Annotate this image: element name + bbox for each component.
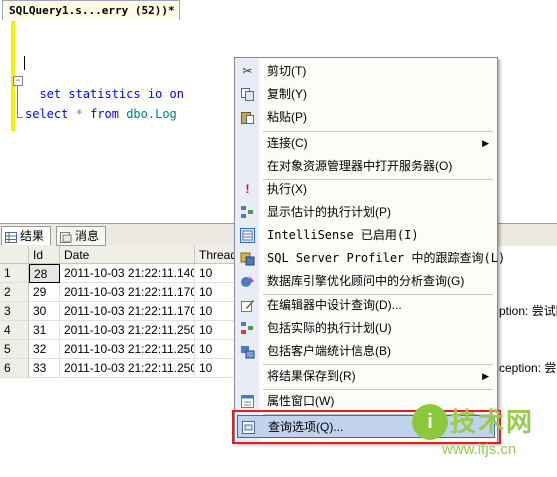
code-keyword: set statistics io on	[39, 87, 184, 101]
text-caret	[24, 56, 25, 70]
cell-id[interactable]: 32	[29, 340, 60, 359]
code-operator: *	[75, 107, 83, 121]
menu-item-tuning-advisor[interactable]: 数据库引擎优化顾问中的分析查询(G)	[235, 270, 497, 293]
menu-item-label: 执行(X)	[267, 182, 307, 196]
menu-item-client-statistics[interactable]: 包括客户端统计信息(B)	[235, 340, 497, 363]
copy-icon	[240, 87, 255, 102]
estimated-plan-icon	[240, 205, 255, 220]
cell-id[interactable]: 29	[29, 283, 60, 302]
row-number: 3	[0, 302, 29, 321]
menu-item-profiler-trace[interactable]: SQL Server Profiler 中的跟踪查询(L)	[235, 247, 505, 270]
tab-messages[interactable]: 消息	[56, 226, 107, 246]
menu-item-label: 剪切(T)	[267, 64, 307, 78]
column-header-rownum	[0, 246, 29, 264]
menu-item-label: 数据库引擎优化顾问中的分析查询(G)	[267, 274, 465, 288]
cell-date[interactable]: 2011-10-03 21:22:11.170	[60, 283, 195, 302]
row-number: 5	[0, 340, 29, 359]
column-header-date[interactable]: Date	[60, 246, 195, 264]
grid-icon	[5, 230, 17, 243]
menu-item-estimated-plan[interactable]: 显示估计的执行计划(P)	[235, 201, 497, 224]
menu-item-label: 在对象资源管理器中打开服务器(O)	[267, 159, 453, 173]
menu-item-label: 将结果保存到(R)	[267, 369, 356, 383]
cell-message[interactable]: ption: 尝试除以	[497, 302, 557, 321]
cell-date[interactable]: 2011-10-03 21:22:11.140	[60, 264, 195, 283]
row-number: 6	[0, 359, 29, 378]
menu-item-label: 包括客户端统计信息(B)	[267, 344, 391, 358]
submenu-arrow-icon: ▶	[482, 371, 489, 381]
code-keyword: select	[25, 107, 69, 121]
profiler-icon	[240, 251, 255, 266]
tab-results[interactable]: 结果	[1, 226, 52, 245]
code-line-2: select * from dbo.Log	[25, 107, 177, 121]
menu-item-cut[interactable]: ✂ 剪切(T)	[235, 60, 497, 83]
code-identifier: dbo.Log	[126, 107, 177, 121]
code-line-1: set statistics io on	[25, 73, 184, 101]
scissors-icon: ✂	[242, 64, 253, 78]
menu-item-label: 在编辑器中设计查询(D)...	[267, 298, 402, 312]
menu-item-intellisense[interactable]: IntelliSense 已启用(I)	[235, 224, 497, 247]
watermark-title: 技术网	[450, 407, 535, 437]
menu-item-label: IntelliSense 已启用(I)	[267, 228, 419, 242]
menu-item-label: 粘贴(P)	[267, 110, 307, 124]
menu-item-design-query[interactable]: 在编辑器中设计查询(D)...	[235, 294, 497, 317]
tab-results-label: 结果	[20, 229, 45, 243]
watermark-logo: i	[412, 404, 448, 440]
watermark-url: www.itjs.cn	[442, 441, 517, 458]
cell-message[interactable]: ception: 尝试除以	[497, 359, 557, 378]
properties-icon	[240, 394, 255, 409]
row-number: 4	[0, 321, 29, 340]
row-number: 2	[0, 283, 29, 302]
column-header-id[interactable]: Id	[29, 246, 60, 264]
execute-icon: !	[245, 182, 250, 196]
menu-item-actual-plan[interactable]: 包括实际的执行计划(U)	[235, 317, 497, 340]
menu-item-save-results-to[interactable]: 将结果保存到(R) ▶	[235, 365, 497, 388]
menu-item-execute[interactable]: ! 执行(X)	[235, 178, 497, 201]
cell-date[interactable]: 2011-10-03 21:22:11.250	[60, 359, 195, 378]
row-number: 1	[0, 264, 29, 283]
cell-id[interactable]: 31	[29, 321, 60, 340]
cell-date[interactable]: 2011-10-03 21:22:11.250	[60, 321, 195, 340]
cell-date[interactable]: 2011-10-03 21:22:11.250	[60, 340, 195, 359]
document-tab-strip: SQLQuery1.s...erry (52))*	[0, 0, 557, 22]
submenu-arrow-icon: ▶	[482, 138, 489, 148]
cell-date[interactable]: 2011-10-03 21:22:11.170	[60, 302, 195, 321]
menu-item-connect[interactable]: 连接(C) ▶	[235, 132, 497, 155]
actual-plan-icon	[240, 321, 255, 336]
menu-item-label: 包括实际的执行计划(U)	[267, 321, 392, 335]
menu-item-label: SQL Server Profiler 中的跟踪查询(L)	[267, 251, 506, 265]
paste-icon	[240, 110, 255, 125]
menu-item-paste[interactable]: 粘贴(P)	[235, 106, 497, 129]
menu-item-label: 复制(Y)	[267, 87, 307, 101]
menu-item-open-server-in-explorer[interactable]: 在对象资源管理器中打开服务器(O)	[235, 155, 497, 178]
messages-icon	[60, 230, 72, 243]
context-menu: ✂ 剪切(T) 复制(Y) 粘贴(P) 连接(C) ▶ 在对象资源管理器中打开服…	[234, 57, 505, 443]
client-stats-icon	[240, 344, 255, 359]
outline-line-end	[17, 117, 23, 118]
query-document-tab[interactable]: SQLQuery1.s...erry (52))*	[2, 0, 180, 20]
collapse-toggle-icon[interactable]: −	[13, 76, 23, 86]
menu-item-copy[interactable]: 复制(Y)	[235, 83, 497, 106]
cell-id[interactable]: 30	[29, 302, 60, 321]
cell-id[interactable]: 33	[29, 359, 60, 378]
cell-id[interactable]: 28	[29, 264, 60, 283]
code-keyword: from	[90, 107, 119, 121]
menu-item-label: 显示估计的执行计划(P)	[267, 205, 391, 219]
tab-messages-label: 消息	[75, 229, 100, 243]
design-query-icon	[240, 298, 255, 313]
intellisense-icon	[240, 228, 255, 243]
tuning-advisor-icon	[240, 274, 255, 289]
menu-item-label: 连接(C)	[267, 136, 308, 150]
